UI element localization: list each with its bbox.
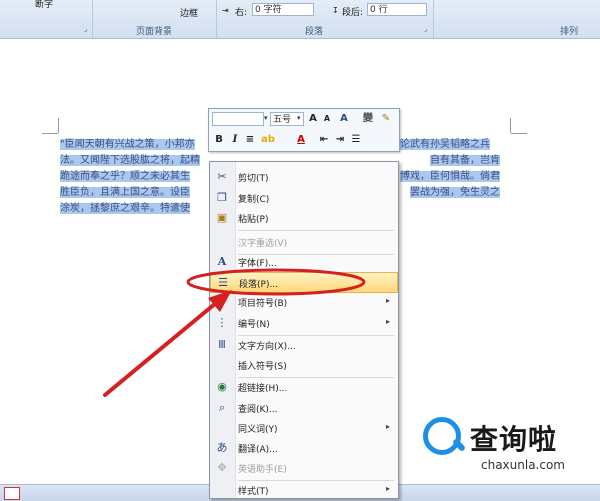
watermark-url: chaxunla.com bbox=[481, 458, 565, 472]
watermark-logo bbox=[423, 417, 461, 455]
pointer-arrow-shaft bbox=[103, 296, 224, 397]
watermark-title: 查询啦 bbox=[470, 423, 558, 456]
highlight-ellipse bbox=[186, 268, 366, 296]
